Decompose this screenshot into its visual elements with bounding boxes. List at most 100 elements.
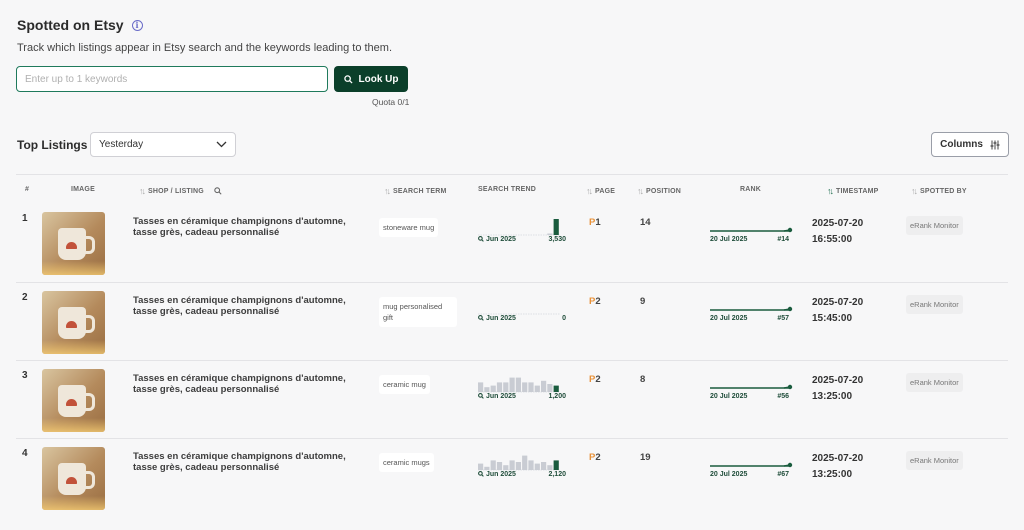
listing-thumbnail[interactable] xyxy=(42,369,105,432)
trend-date-text: Jun 2025 xyxy=(485,393,516,400)
page-subtitle: Track which listings appear in Etsy sear… xyxy=(17,42,392,54)
trend-bar xyxy=(509,460,515,470)
thumbnail-glow xyxy=(42,418,105,432)
rank-point xyxy=(787,227,793,233)
look-up-button[interactable]: Look Up xyxy=(334,66,408,92)
table-row[interactable]: 1 Tasses en céramique champignons d'auto… xyxy=(16,204,1008,282)
table-row[interactable]: 3 Tasses en céramique champignons d'auto… xyxy=(16,360,1008,438)
mushroom-decor xyxy=(66,477,77,484)
page-num: 2 xyxy=(595,296,601,307)
col-spotted-by[interactable]: ↑↓ SPOTTED BY xyxy=(911,186,967,196)
timestamp: 2025-07-20 13:25:00 xyxy=(812,373,863,405)
timestamp: 2025-07-20 16:55:00 xyxy=(812,216,863,248)
trend-bar xyxy=(541,380,547,392)
trend-bar xyxy=(478,382,484,392)
col-position-label: POSITION xyxy=(646,187,682,195)
table-row[interactable]: 4 Tasses en céramique champignons d'auto… xyxy=(16,438,1008,516)
trend-bar xyxy=(528,382,534,392)
search-term-chip[interactable]: mug personalised gift xyxy=(379,297,457,327)
col-rank: RANK xyxy=(740,186,762,193)
thumbnail-glow xyxy=(42,496,105,510)
timestamp-time: 16:55:00 xyxy=(812,234,853,245)
row-number: 3 xyxy=(22,370,28,381)
timestamp-time: 15:45:00 xyxy=(812,313,853,324)
col-shop-listing-label: SHOP / LISTING xyxy=(148,187,204,195)
position-value: 19 xyxy=(640,452,651,463)
rank-sparkline xyxy=(710,227,793,233)
search-trend-chart xyxy=(478,219,560,236)
table-row[interactable]: 2 Tasses en céramique champignons d'auto… xyxy=(16,282,1008,360)
chevron-down-icon xyxy=(216,141,227,148)
rank-position: #57 xyxy=(777,315,789,322)
search-term-chip[interactable]: ceramic mugs xyxy=(379,453,434,472)
listing-thumbnail[interactable] xyxy=(42,212,105,275)
listing-thumbnail[interactable] xyxy=(42,447,105,510)
mushroom-decor xyxy=(66,242,77,249)
listing-title[interactable]: Tasses en céramique champignons d'automn… xyxy=(133,451,353,473)
trend-value: 2,120 xyxy=(548,471,566,478)
search-term-chip[interactable]: stoneware mug xyxy=(379,218,439,237)
trend-bar xyxy=(484,466,490,470)
info-icon[interactable]: i xyxy=(131,19,143,31)
col-search-term-label: SEARCH TERM xyxy=(393,187,447,195)
mushroom-decor xyxy=(66,399,77,406)
trend-bar xyxy=(534,385,540,392)
rank-point xyxy=(787,462,793,468)
page-number: P2 xyxy=(589,452,601,463)
page-num: 2 xyxy=(595,452,601,463)
row-number: 2 xyxy=(22,292,28,303)
col-position[interactable]: ↑↓ POSITION xyxy=(637,186,681,196)
mushroom-decor xyxy=(66,321,77,328)
trend-bar xyxy=(515,462,521,470)
col-page[interactable]: ↑↓ PAGE xyxy=(586,186,615,196)
rank-date: 20 Jul 2025 xyxy=(710,315,748,322)
search-trend-chart xyxy=(478,377,560,393)
trend-bar xyxy=(503,465,509,470)
col-search-term[interactable]: ↑↓ SEARCH TERM xyxy=(384,186,447,196)
timestamp: 2025-07-20 13:25:00 xyxy=(812,451,863,483)
quota-text: Quota 0/1 xyxy=(372,97,410,107)
col-num: # xyxy=(25,186,30,193)
row-number: 1 xyxy=(22,213,28,224)
trend-value: 3,530 xyxy=(548,236,566,243)
search-term-chip[interactable]: ceramic mug xyxy=(379,375,430,394)
col-search-trend: SEARCH TREND xyxy=(478,186,537,193)
timestamp-date: 2025-07-20 xyxy=(812,218,864,229)
keyword-search-input[interactable] xyxy=(16,66,328,92)
col-timestamp[interactable]: ↑↓ TIMESTAMP xyxy=(827,186,879,196)
trend-bar xyxy=(553,460,559,470)
listing-title[interactable]: Tasses en céramique champignons d'automn… xyxy=(133,373,353,395)
listing-title[interactable]: Tasses en céramique champignons d'automn… xyxy=(133,295,353,317)
rank-position: #14 xyxy=(777,236,789,243)
search-trend-chart xyxy=(478,455,560,471)
timestamp: 2025-07-20 15:45:00 xyxy=(812,295,863,327)
page-number: P2 xyxy=(589,296,601,307)
trend-date-text: Jun 2025 xyxy=(485,236,516,243)
col-image: IMAGE xyxy=(71,186,95,193)
trend-bar xyxy=(503,382,509,392)
sort-icon: ↑↓ xyxy=(911,186,918,196)
trend-bar xyxy=(509,377,515,392)
trend-date: Jun 2025 xyxy=(478,471,516,478)
columns-button[interactable]: Columns xyxy=(931,132,1009,157)
position-value: 8 xyxy=(640,374,646,385)
timestamp-date: 2025-07-20 xyxy=(812,297,864,308)
spotted-by-badge: eRank Monitor xyxy=(906,451,963,470)
page-title-text: Spotted on Etsy xyxy=(17,17,124,33)
rank-date: 20 Jul 2025 xyxy=(710,236,748,243)
col-page-label: PAGE xyxy=(595,187,616,195)
listing-title[interactable]: Tasses en céramique champignons d'automn… xyxy=(133,216,353,238)
search-icon[interactable] xyxy=(214,187,222,195)
position-value: 14 xyxy=(640,217,651,228)
col-shop-listing[interactable]: ↑↓ SHOP / LISTING xyxy=(139,186,222,196)
trend-bar xyxy=(490,385,496,392)
trend-value: 1,200 xyxy=(548,393,566,400)
sort-icon: ↑↓ xyxy=(586,186,593,196)
period-select[interactable]: Yesterday xyxy=(90,132,236,157)
timestamp-time: 13:25:00 xyxy=(812,469,853,480)
search-trend-chart xyxy=(478,313,560,315)
trend-bar xyxy=(496,382,503,392)
trend-bar xyxy=(490,460,496,470)
trend-bar xyxy=(553,385,559,392)
listing-thumbnail[interactable] xyxy=(42,291,105,354)
